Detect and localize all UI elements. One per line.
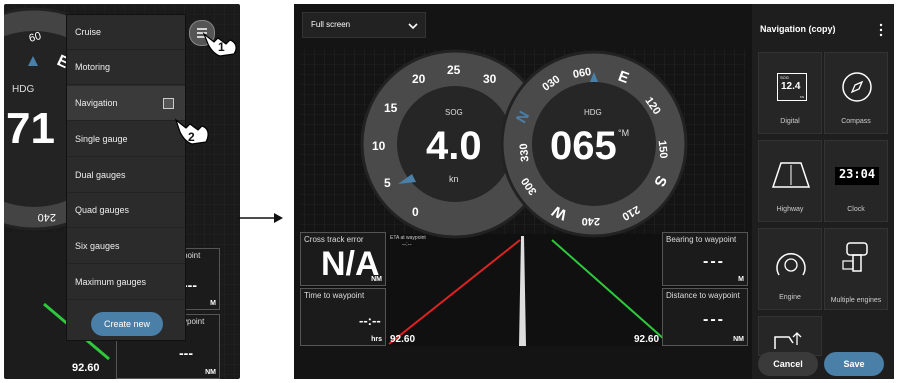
svg-text:10: 10	[372, 139, 386, 153]
svg-text:30: 30	[483, 72, 497, 86]
chevron-down-icon	[408, 23, 418, 30]
engine-gauge-icon	[776, 253, 806, 276]
svg-text:150: 150	[656, 140, 670, 159]
more-options-icon[interactable]	[878, 23, 884, 37]
tile-highway[interactable]: Highway	[758, 140, 822, 222]
menu-item-single-gauge[interactable]: Single gauge	[67, 122, 185, 157]
cancel-button[interactable]: Cancel	[758, 352, 818, 376]
copy-icon[interactable]	[163, 98, 174, 109]
clock-icon: 23:04	[835, 167, 879, 185]
partial-gauge-icon	[774, 332, 802, 349]
menu-item-cruise[interactable]: Cruise	[67, 15, 185, 50]
hdg-value: 71	[6, 104, 55, 153]
hdg-unit: °M	[618, 128, 630, 138]
highway-icon	[771, 162, 811, 188]
distance-to-waypoint-box[interactable]: Distance to waypoint --- NM	[662, 288, 748, 346]
bearing-to-waypoint-box[interactable]: Bearing to waypoint --- M	[662, 232, 748, 286]
after-screen: 20 25 30 15 10 5 0 060 E 030 N 120 150 S…	[294, 4, 894, 379]
outboard-engines-icon	[842, 242, 868, 272]
left-speed-readout: 92.60	[390, 334, 416, 345]
menu-item-dual-gauges[interactable]: Dual gauges	[67, 158, 185, 193]
svg-text:330: 330	[518, 143, 532, 162]
sog-unit: kn	[449, 174, 459, 184]
before-screen: 60 E 240 HDG 71 point --- M ypoint --- N…	[4, 4, 240, 379]
menu-item-motoring[interactable]: Motoring	[67, 50, 185, 85]
step-1-label: 1	[218, 40, 225, 54]
hdg-value: 065	[550, 124, 617, 168]
cross-track-error-box[interactable]: Cross track error N/A NM	[300, 232, 386, 286]
create-new-button[interactable]: Create new	[91, 312, 163, 336]
menu-item-six-gauges[interactable]: Six gauges	[67, 229, 185, 264]
waypoint-eta-label: ETA at waypoint	[390, 235, 426, 241]
menu-item-label: Navigation	[75, 98, 118, 108]
menu-item-maximum-gauges[interactable]: Maximum gauges	[67, 265, 185, 300]
svg-text:15: 15	[384, 101, 398, 115]
svg-text:240: 240	[38, 211, 56, 223]
gauge-sidebar: Navigation (copy) SOG 12.4 KN Digital Co…	[752, 4, 894, 379]
save-button[interactable]: Save	[824, 352, 884, 376]
tile-partial[interactable]	[758, 316, 822, 356]
svg-text:0: 0	[412, 205, 419, 219]
sog-value: 4.0	[426, 124, 482, 168]
svg-text:25: 25	[447, 63, 461, 77]
waypoint-eta-value: --:--	[402, 242, 412, 248]
tile-digital[interactable]: SOG 12.4 KN Digital	[758, 52, 822, 134]
left-speed-readout: 92.60	[72, 362, 100, 374]
sidebar-title: Navigation (copy)	[760, 24, 836, 34]
tile-engine[interactable]: Engine	[758, 228, 822, 310]
sog-label: SOG	[445, 108, 463, 117]
menu-item-navigation[interactable]: Navigation	[67, 86, 185, 121]
transition-arrow-icon	[238, 213, 283, 223]
hdg-label: HDG	[584, 108, 602, 117]
svg-text:20: 20	[412, 72, 426, 86]
tile-compass[interactable]: Compass	[824, 52, 888, 134]
digital-icon: SOG 12.4 KN	[777, 73, 807, 101]
compass-icon	[842, 72, 872, 102]
svg-text:5: 5	[384, 176, 391, 190]
distance-to-waypoint-value: ---	[703, 311, 725, 328]
step-2-label: 2	[188, 130, 195, 144]
hdg-label: HDG	[12, 84, 35, 95]
view-select[interactable]: Full screen	[302, 12, 426, 38]
layout-menu: Cruise Motoring Navigation Single gauge …	[66, 14, 186, 341]
right-speed-readout: 92.60	[634, 334, 660, 345]
tile-clock[interactable]: 23:04 Clock	[824, 140, 888, 222]
time-to-waypoint-box[interactable]: Time to waypoint --:-- hrs	[300, 288, 386, 346]
tile-multiple-engines[interactable]: Multiple engines	[824, 228, 888, 310]
menu-item-quad-gauges[interactable]: Quad gauges	[67, 193, 185, 228]
bearing-to-waypoint-value: ---	[703, 253, 725, 270]
svg-text:240: 240	[582, 215, 600, 227]
view-select-value: Full screen	[311, 20, 351, 29]
time-to-waypoint-value: --:--	[359, 313, 381, 328]
